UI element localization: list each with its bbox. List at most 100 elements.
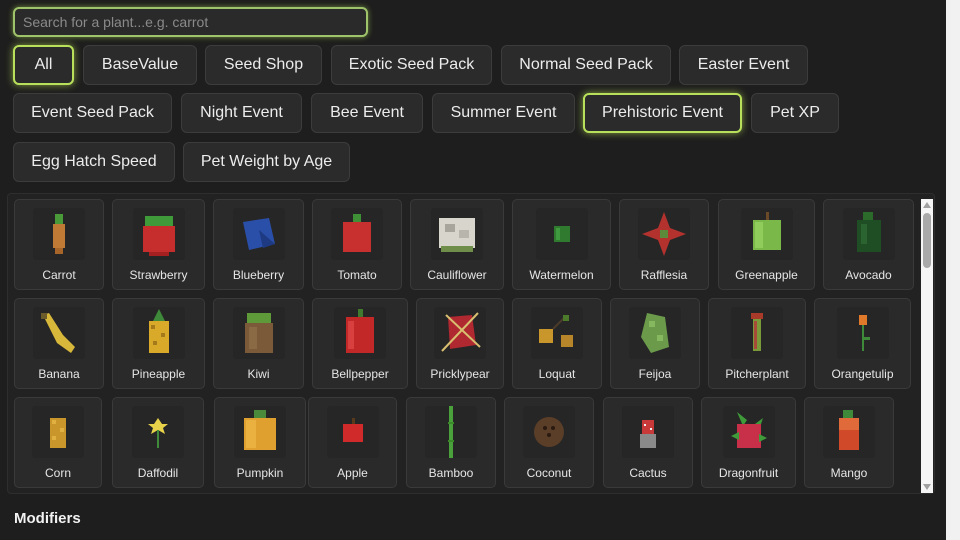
- plant-card-cactus[interactable]: Cactus: [603, 397, 693, 488]
- filter-exotic-seed-pack[interactable]: Exotic Seed Pack: [331, 45, 492, 85]
- plant-card-feijoa[interactable]: Feijoa: [610, 298, 700, 389]
- plant-thumb: [434, 307, 486, 359]
- plant-card-cauliflower[interactable]: Cauliflower: [410, 199, 504, 290]
- plant-card-banana[interactable]: Banana: [14, 298, 104, 389]
- modifiers-heading: Modifiers: [14, 510, 81, 527]
- plant-card-kiwi[interactable]: Kiwi: [213, 298, 304, 389]
- strawberry-icon: [142, 216, 175, 256]
- plant-name: Banana: [38, 367, 80, 381]
- plant-card-avocado[interactable]: Avocado: [823, 199, 914, 290]
- plant-card-coconut[interactable]: Coconut: [504, 397, 594, 488]
- scroll-up-icon[interactable]: [923, 202, 931, 208]
- filter-event-seed-pack[interactable]: Event Seed Pack: [13, 93, 172, 133]
- plant-name: Corn: [44, 466, 71, 480]
- rafflesia-icon: [642, 212, 686, 256]
- mango-icon: [839, 410, 859, 450]
- filter-normal-seed-pack[interactable]: Normal Seed Pack: [501, 45, 671, 85]
- plant-name: Apple: [337, 466, 368, 480]
- plant-thumb: [234, 406, 286, 458]
- plant-card-watermelon[interactable]: Watermelon: [512, 199, 611, 290]
- plant-thumb: [731, 307, 783, 359]
- plant-card-loquat[interactable]: Loquat: [512, 298, 602, 389]
- plant-name: Watermelon: [529, 268, 594, 282]
- filter-easter-event[interactable]: Easter Event: [679, 45, 808, 85]
- plant-thumb: [740, 208, 793, 260]
- plant-name: Greenapple: [735, 268, 798, 282]
- plant-name: Bellpepper: [331, 367, 389, 381]
- plant-card-pricklypear[interactable]: Pricklypear: [416, 298, 504, 389]
- cauliflower-icon: [439, 218, 475, 252]
- plant-name: Mango: [830, 466, 868, 480]
- plant-card-greenapple[interactable]: Greenapple: [718, 199, 815, 290]
- plant-name: Tomato: [337, 268, 377, 282]
- greenapple-icon: [752, 212, 781, 250]
- plant-card-corn[interactable]: Corn: [14, 397, 102, 488]
- scroll-thumb[interactable]: [923, 213, 931, 268]
- pineapple-icon: [148, 309, 169, 353]
- filter-seed-shop[interactable]: Seed Shop: [205, 45, 322, 85]
- dragonfruit-icon: [730, 412, 767, 448]
- plant-card-tomato[interactable]: Tomato: [312, 199, 402, 290]
- plant-name: Pitcherplant: [725, 367, 789, 381]
- plant-card-orangetulip[interactable]: Orangetulip: [814, 298, 911, 389]
- filter-pet-weight-by-age[interactable]: Pet Weight by Age: [183, 142, 350, 182]
- plant-thumb: [33, 208, 85, 260]
- plant-thumb: [842, 208, 895, 260]
- loquat-icon: [539, 315, 573, 347]
- filter-egg-hatch-speed[interactable]: Egg Hatch Speed: [13, 142, 175, 182]
- page-scrollbar[interactable]: [946, 0, 960, 540]
- plant-name: Dragonfruit: [718, 466, 779, 480]
- plant-thumb: [425, 406, 477, 458]
- bellpepper-icon: [346, 309, 374, 353]
- filter-all[interactable]: All: [13, 45, 74, 85]
- plant-name: Blueberry: [232, 268, 285, 282]
- plant-thumb: [638, 208, 690, 260]
- plant-thumb: [32, 406, 84, 458]
- plant-thumb: [232, 307, 285, 359]
- plant-name: Coconut: [526, 466, 572, 480]
- plant-thumb: [523, 406, 575, 458]
- plant-thumb: [823, 406, 875, 458]
- filter-bee-event[interactable]: Bee Event: [311, 93, 423, 133]
- page-scroll-thumb[interactable]: [949, 0, 957, 540]
- plant-name: Orangetulip: [831, 367, 894, 381]
- scroll-down-icon[interactable]: [923, 484, 931, 490]
- banana-icon: [41, 313, 75, 353]
- plant-thumb: [132, 406, 184, 458]
- apple-icon: [342, 418, 363, 442]
- plant-grid: Carrot Strawberry Blueberry Tomato Cauli…: [7, 193, 935, 494]
- plant-card-bamboo[interactable]: Bamboo: [406, 397, 496, 488]
- plant-thumb: [132, 208, 185, 260]
- plant-name: Carrot: [42, 268, 76, 282]
- coconut-icon: [534, 417, 564, 447]
- filter-basevalue[interactable]: BaseValue: [83, 45, 197, 85]
- plant-card-blueberry[interactable]: Blueberry: [213, 199, 304, 290]
- plant-grid-scrollbar[interactable]: [921, 199, 933, 493]
- plant-card-bellpepper[interactable]: Bellpepper: [312, 298, 408, 389]
- plant-thumb: [334, 307, 386, 359]
- plant-name: Rafflesia: [640, 268, 688, 282]
- filter-night-event[interactable]: Night Event: [181, 93, 302, 133]
- plant-card-daffodil[interactable]: Daffodil: [112, 397, 204, 488]
- plant-thumb: [622, 406, 674, 458]
- plant-thumb: [33, 307, 85, 359]
- carrot-icon: [53, 214, 65, 254]
- search-input[interactable]: [13, 7, 368, 37]
- plant-card-mango[interactable]: Mango: [804, 397, 894, 488]
- plant-thumb: [836, 307, 889, 359]
- plant-card-dragonfruit[interactable]: Dragonfruit: [701, 397, 796, 488]
- plant-card-pumpkin[interactable]: Pumpkin: [214, 397, 306, 488]
- plant-card-strawberry[interactable]: Strawberry: [112, 199, 205, 290]
- filter-prehistoric-event[interactable]: Prehistoric Event: [583, 93, 742, 133]
- filter-summer-event[interactable]: Summer Event: [432, 93, 575, 133]
- filter-pet-xp[interactable]: Pet XP: [751, 93, 839, 133]
- pumpkin-icon: [244, 410, 276, 450]
- plant-card-apple[interactable]: Apple: [308, 397, 397, 488]
- plant-card-pitcherplant[interactable]: Pitcherplant: [708, 298, 806, 389]
- plant-thumb: [331, 208, 383, 260]
- plant-card-rafflesia[interactable]: Rafflesia: [619, 199, 709, 290]
- daffodil-icon: [148, 418, 168, 448]
- plant-name: Feijoa: [638, 367, 672, 381]
- plant-card-pineapple[interactable]: Pineapple: [112, 298, 205, 389]
- plant-card-carrot[interactable]: Carrot: [14, 199, 104, 290]
